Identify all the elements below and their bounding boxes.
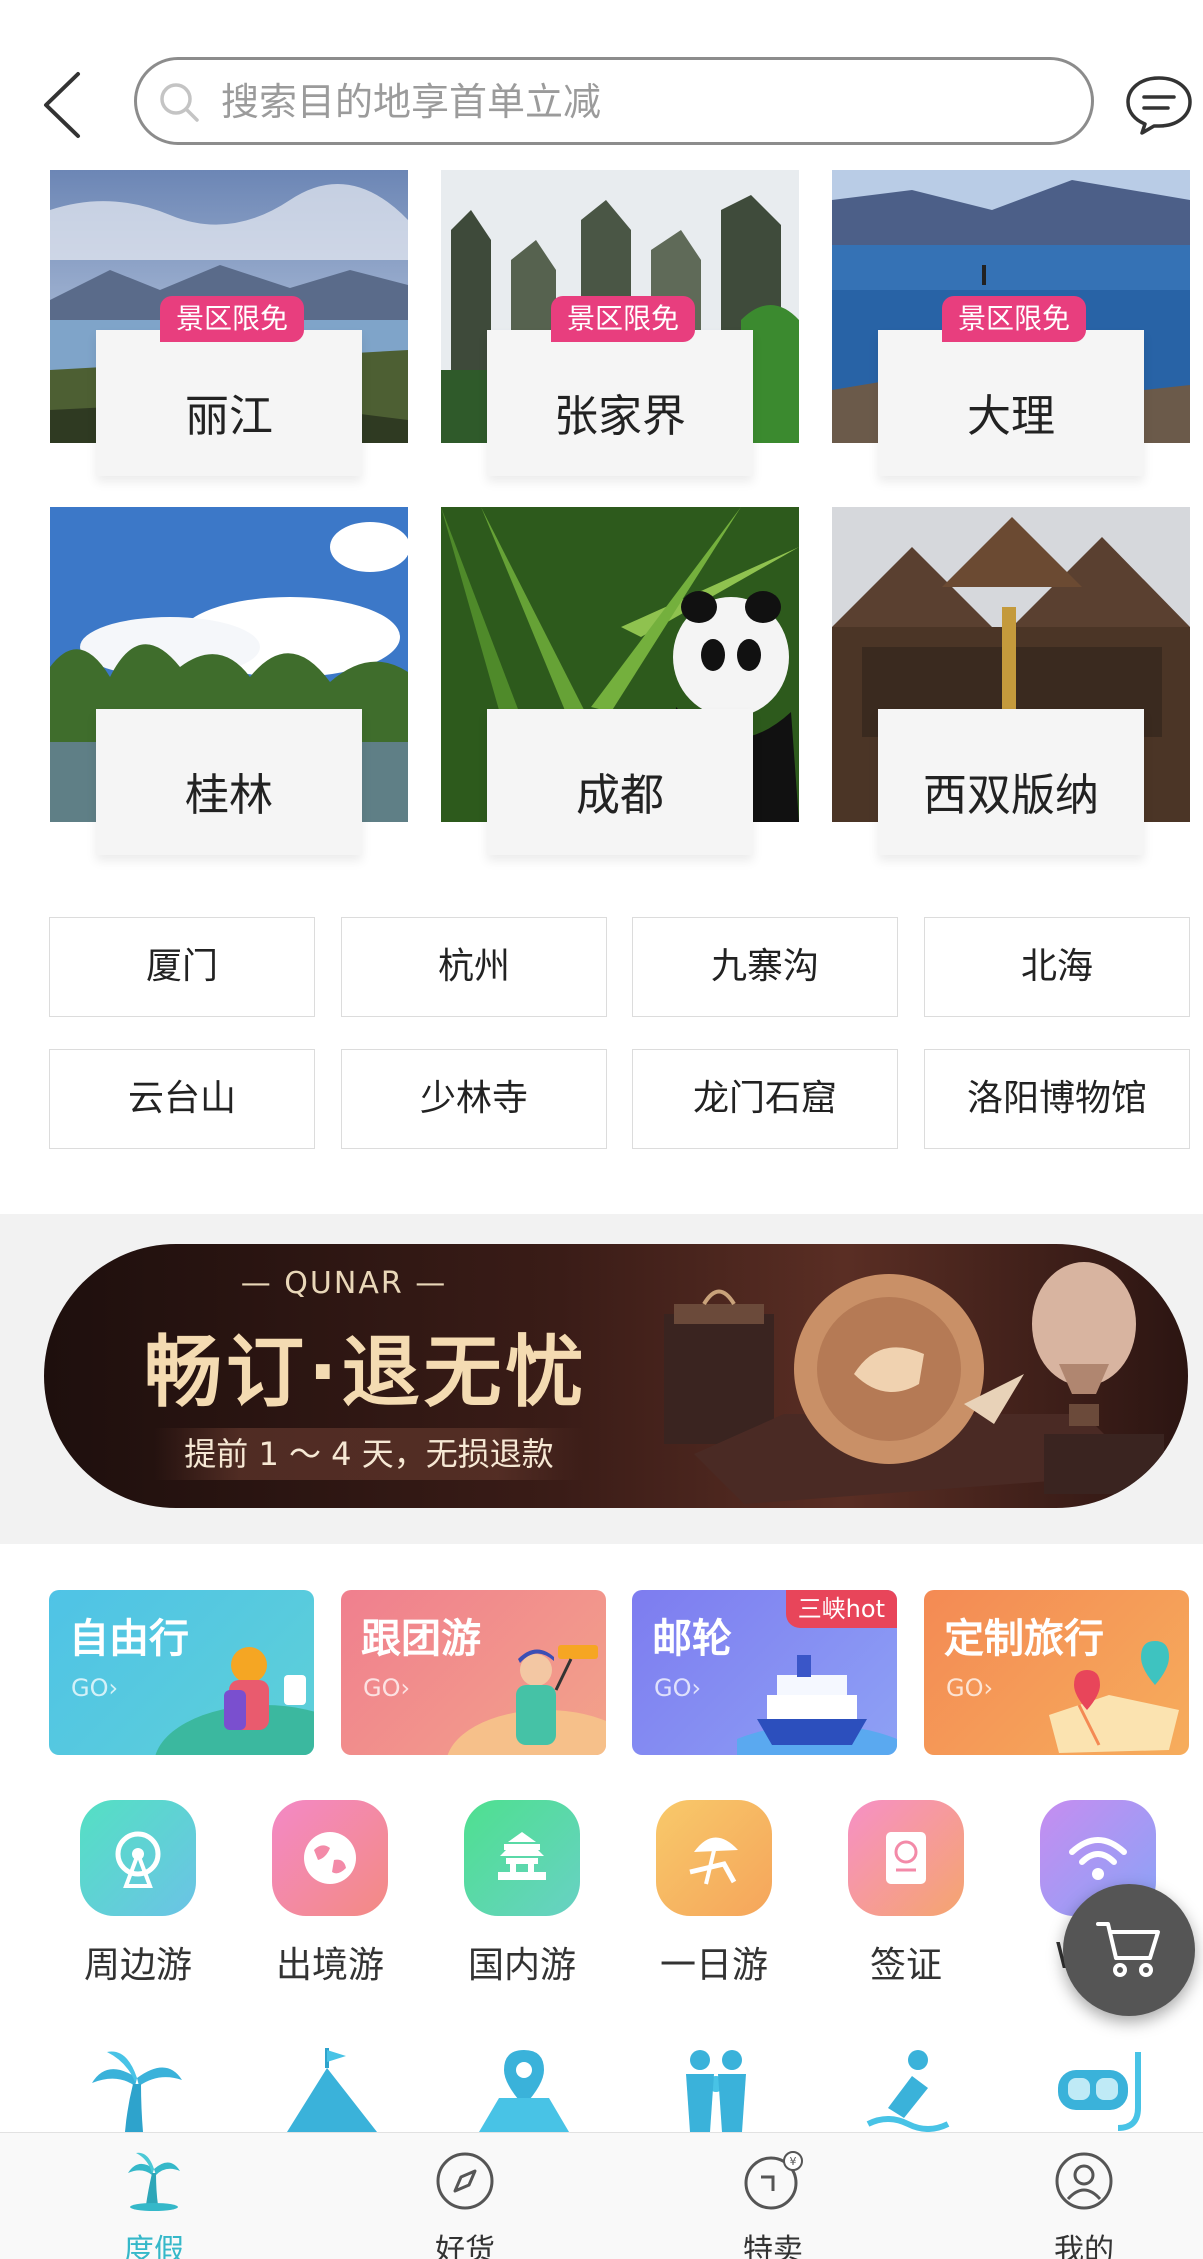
banner-subtitle: 提前 1 ～ 4 天，无损退款: [154, 1428, 584, 1480]
city-button-xiamen[interactable]: 厦门: [49, 917, 315, 1017]
ferris-wheel-icon: [80, 1800, 196, 1916]
cart-button[interactable]: [1063, 1884, 1195, 2016]
svg-text:¥: ¥: [790, 2155, 797, 2168]
category-title: 邮轮: [652, 1616, 732, 1662]
destination-name: 张家界: [554, 391, 686, 442]
sale-tag-icon: ¥: [744, 2151, 803, 2210]
family-icon[interactable]: [666, 2048, 766, 2132]
nav-domestic-tour[interactable]: 国内游: [442, 1800, 602, 1986]
free-entry-badge: 景区限免: [160, 296, 305, 342]
nav-day-trip[interactable]: 一日游: [634, 1800, 794, 1986]
chevron-left-icon: [44, 72, 80, 138]
search-icon: [160, 83, 199, 122]
destination-card-xishuangbanna[interactable]: 西双版纳: [832, 507, 1190, 857]
search-bar[interactable]: [134, 57, 1094, 145]
passport-icon: [848, 1800, 964, 1916]
destination-name: 大理: [967, 391, 1055, 442]
city-button-hangzhou[interactable]: 杭州: [341, 917, 607, 1017]
destination-label: 景区限免 丽江: [96, 296, 362, 476]
round-label: 周边游: [83, 1945, 192, 1986]
city-button-yuntaishan[interactable]: 云台山: [49, 1049, 315, 1149]
nav-outbound-tour[interactable]: 出境游: [250, 1800, 410, 1986]
destination-label: 景区限免 大理: [878, 296, 1144, 476]
mountain-flag-icon[interactable]: [282, 2048, 382, 2132]
message-button[interactable]: [1124, 74, 1194, 136]
city-button-beihai[interactable]: 北海: [924, 917, 1190, 1017]
destination-card-zhangjiajie[interactable]: 景区限免 张家界: [441, 170, 799, 476]
hot-badge: 三峡hot: [785, 1590, 897, 1628]
bottom-tab-bar: 度假 好货 ¥ 特卖 我的: [0, 2132, 1203, 2259]
banner-brand: — QUNAR —: [240, 1266, 448, 1301]
category-cruise[interactable]: 邮轮 GO› 三峡hot: [632, 1590, 897, 1755]
round-label: 签证: [869, 1945, 942, 1986]
swimmer-icon[interactable]: [858, 2048, 958, 2132]
destination-label: 桂林: [96, 709, 362, 855]
back-button[interactable]: [40, 70, 90, 140]
tab-label: 度假: [124, 2233, 184, 2259]
map-pin-illustration: [1049, 1641, 1179, 1753]
category-go: GO›: [946, 1674, 994, 1702]
destination-card-chengdu[interactable]: 成都: [441, 507, 799, 857]
destination-card-guilin[interactable]: 桂林: [50, 507, 408, 857]
user-icon: [1055, 2152, 1113, 2210]
tab-label: 好货: [435, 2233, 495, 2259]
destination-name: 桂林: [185, 770, 273, 821]
city-button-shaolinsi[interactable]: 少林寺: [341, 1049, 607, 1149]
destination-name: 丽江: [185, 391, 273, 442]
round-label: 一日游: [659, 1945, 768, 1986]
free-entry-badge: 景区限免: [942, 296, 1087, 342]
promo-banner[interactable]: — QUNAR — 畅订·退无忧 提前 1 ～ 4 天，无损退款: [44, 1244, 1188, 1508]
palm-tree-icon: [128, 2152, 180, 2211]
round-label: 国内游: [467, 1945, 576, 1986]
tab-sale[interactable]: ¥ 特卖: [673, 2133, 873, 2259]
snorkel-mask-icon[interactable]: [1050, 2048, 1150, 2132]
header: [0, 0, 1203, 170]
round-label: 出境游: [275, 1945, 384, 1986]
map-location-icon[interactable]: [474, 2048, 574, 2132]
category-go: GO›: [71, 1674, 119, 1702]
tab-mine[interactable]: 我的: [984, 2133, 1184, 2259]
temple-icon: [464, 1800, 580, 1916]
city-button-luoyang-museum[interactable]: 洛阳博物馆: [924, 1049, 1190, 1149]
destination-label: 景区限免 张家界: [487, 296, 753, 476]
category-go: GO›: [654, 1674, 702, 1702]
cruise-ship-illustration: [737, 1655, 897, 1755]
tab-vacation[interactable]: 度假: [54, 2133, 254, 2259]
tab-goods[interactable]: 好货: [365, 2133, 565, 2259]
category-free-travel[interactable]: 自由行 GO›: [49, 1590, 314, 1755]
destination-name: 成都: [576, 770, 664, 821]
city-button-jiuzhaigou[interactable]: 九寨沟: [632, 917, 898, 1017]
category-group-tour[interactable]: 跟团游 GO›: [341, 1590, 606, 1755]
chat-bubble-icon: [1126, 76, 1192, 135]
category-custom-travel[interactable]: 定制旅行 GO›: [924, 1590, 1189, 1755]
destination-name: 西双版纳: [923, 770, 1099, 821]
tab-label: 特卖: [743, 2233, 803, 2259]
nav-nearby-tour[interactable]: 周边游: [58, 1800, 218, 1986]
compass-icon: [436, 2152, 494, 2210]
globe-icon: [272, 1800, 388, 1916]
city-button-longmen-grottoes[interactable]: 龙门石窟: [632, 1049, 898, 1149]
destination-card-lijiang[interactable]: 景区限免 丽江: [50, 170, 408, 476]
destination-card-dali[interactable]: 景区限免 大理: [832, 170, 1190, 476]
category-go: GO›: [363, 1674, 411, 1702]
promo-banner-area: — QUNAR — 畅订·退无忧 提前 1 ～ 4 天，无损退款: [0, 1214, 1203, 1544]
guide-illustration: [447, 1645, 606, 1755]
free-entry-badge: 景区限免: [551, 296, 696, 342]
search-input[interactable]: [221, 74, 1061, 130]
shopping-cart-icon: [1096, 1922, 1160, 1977]
beach-chair-icon: [656, 1800, 772, 1916]
destination-label: 西双版纳: [878, 709, 1144, 855]
destination-label: 成都: [487, 709, 753, 855]
palm-tree-icon[interactable]: [87, 2048, 187, 2132]
traveler-illustration: [155, 1647, 314, 1755]
tab-label: 我的: [1054, 2233, 1114, 2259]
banner-title: 畅订·退无忧: [144, 1328, 588, 1418]
coin-illustration: [664, 1262, 1164, 1504]
nav-visa[interactable]: 签证: [826, 1800, 986, 1986]
